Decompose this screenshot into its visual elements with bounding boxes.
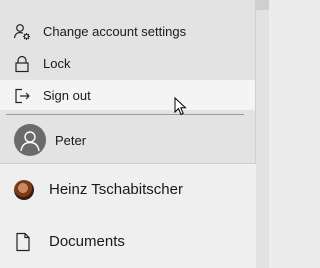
current-user-row[interactable]: Heinz Tschabitscher	[0, 164, 256, 216]
current-user-name: Heinz Tschabitscher	[49, 181, 183, 198]
account-flyout-menu: Change account settings Lock Sign out Pe…	[0, 0, 256, 164]
switch-account-peter[interactable]: Peter	[0, 120, 255, 160]
start-menu-list: Heinz Tschabitscher Documents	[0, 164, 256, 268]
documents-label: Documents	[49, 233, 125, 250]
mouse-pointer-icon	[174, 96, 188, 117]
documents-item[interactable]: Documents	[0, 216, 256, 266]
person-avatar-icon	[14, 124, 46, 156]
account-name: Peter	[55, 133, 87, 148]
user-avatar	[14, 180, 34, 200]
background-strip	[256, 0, 269, 268]
sign-out-icon	[13, 87, 31, 105]
document-icon	[14, 232, 32, 252]
menu-separator	[6, 114, 244, 115]
lock-label: Lock	[43, 56, 71, 71]
lock-icon	[13, 55, 31, 73]
lock-item[interactable]: Lock	[0, 48, 255, 78]
person-settings-icon	[13, 23, 31, 41]
change-account-settings-item[interactable]: Change account settings	[0, 16, 255, 46]
sign-out-label: Sign out	[43, 88, 91, 103]
sign-out-item[interactable]: Sign out	[0, 80, 255, 110]
background-strip-top	[256, 0, 269, 10]
change-account-settings-label: Change account settings	[43, 24, 187, 39]
